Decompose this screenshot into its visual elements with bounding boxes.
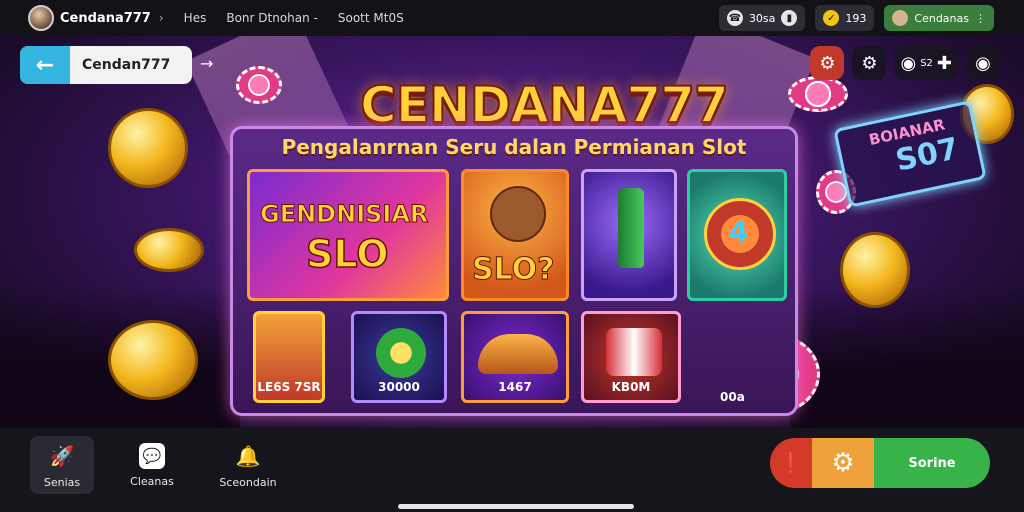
nav-link-3[interactable]: Soott Mt0S: [338, 11, 404, 25]
forward-arrow-icon[interactable]: →: [200, 54, 213, 73]
coin-decoration: [108, 320, 198, 400]
game-tile-chip[interactable]: 4: [687, 169, 787, 301]
game-tile-bottle[interactable]: [581, 169, 677, 301]
game-tile-small[interactable]: KB0M: [581, 311, 681, 403]
tile-label: KB0M: [611, 380, 651, 394]
breadcrumb-separator: ›: [158, 11, 164, 25]
nav-label: Sceondain: [219, 475, 277, 489]
nav-link-2[interactable]: Bonr Dtnohan -: [226, 11, 318, 25]
gem-icon: [376, 328, 426, 378]
chat-icon: 💬: [139, 442, 165, 469]
bookmark-icon[interactable]: ▮: [781, 10, 798, 26]
scene-toolbar: ⚙ ⚙ ◉ S2 ✚ ◉: [810, 46, 1000, 80]
coin-decoration: [134, 228, 204, 272]
bottle-icon: [618, 188, 644, 268]
chip-symbol: 4: [729, 215, 749, 248]
coin-icon: ✓: [823, 10, 840, 26]
target-icon: ◉: [900, 52, 917, 74]
nav-label: Senias: [43, 475, 81, 489]
settings-gear-icon[interactable]: ⚙: [810, 46, 845, 80]
nav-item-sceondain[interactable]: 🔔 Sceondain: [216, 436, 280, 494]
nav-item-cleanas[interactable]: 💬 Cleanas: [120, 436, 184, 494]
tile-label: 1467: [498, 380, 532, 394]
bottom-nav: 🚀 Senias 💬 Cleanas 🔔 Sceondain ❗ ⚙ Sorin…: [0, 428, 1024, 512]
chip-decoration: [788, 76, 848, 112]
dog-tile-text: SLO?: [472, 252, 556, 288]
share-icon: ✚: [936, 52, 952, 74]
wallet-pill[interactable]: ✓ 193: [815, 5, 875, 31]
cup-icon: [606, 328, 662, 376]
record-icon[interactable]: ◉: [966, 46, 1000, 80]
user-name: Cendanas: [914, 11, 969, 25]
game-tile-small[interactable]: 1467: [461, 311, 569, 403]
action-button-group: ❗ ⚙ Sorine: [770, 438, 990, 488]
settings-icon[interactable]: ⚙: [812, 438, 874, 488]
bell-icon: 🔔: [235, 443, 261, 468]
tile-label: LE6S 7SR: [257, 380, 321, 394]
home-indicator[interactable]: [398, 504, 634, 509]
coin-decoration: [108, 108, 188, 188]
gears-icon[interactable]: ⚙: [852, 46, 887, 80]
chip-decoration: [236, 66, 282, 104]
nav-link-1[interactable]: Hes: [184, 11, 207, 25]
phone-pill[interactable]: ☎ 30sa ▮: [718, 5, 806, 31]
play-button[interactable]: Sorine: [874, 438, 990, 488]
avatar[interactable]: [28, 5, 54, 31]
notification-icon[interactable]: ◉ S2 ✚: [894, 46, 958, 80]
crowd-right: [790, 288, 1024, 428]
account-name: Cendan777: [82, 57, 171, 73]
top-bar: Cendana777 › Hes Bonr Dtnohan - Soott Mt…: [0, 0, 1024, 36]
game-tile-dog[interactable]: SLO?: [461, 169, 569, 301]
game-grid-panel: Pengalanrnan Seru dalan Permianan Slot G…: [230, 126, 798, 416]
phone-icon: ☎: [726, 10, 743, 26]
user-avatar-icon: [892, 10, 909, 26]
game-tile-featured[interactable]: GENDNISIAR SLO: [247, 169, 449, 301]
phone-label: 30sa: [748, 11, 776, 25]
neon-sign: BOIANAR S07: [833, 100, 987, 208]
game-tile-small[interactable]: LE6S 7SR: [253, 311, 325, 403]
nav-label: Cleanas: [130, 474, 174, 488]
tile-label: 30000: [378, 380, 420, 394]
side-label: 00a: [720, 390, 745, 404]
notification-badge: S2: [920, 57, 933, 69]
coin-decoration: [840, 232, 910, 308]
game-scene: ← Cendan777 → ⚙ ⚙ ◉ S2 ✚ ◉ CENDANA777 BO…: [0, 36, 1024, 428]
game-tile-small[interactable]: 30000: [351, 311, 447, 403]
dog-character-icon: [490, 186, 546, 242]
food-icon: [478, 334, 558, 374]
alert-icon[interactable]: ❗: [770, 438, 812, 488]
rocket-icon: 🚀: [49, 443, 75, 468]
back-arrow-icon[interactable]: ←: [20, 46, 70, 84]
menu-icon[interactable]: ⋮: [975, 12, 986, 25]
brand-name: Cendana777: [60, 10, 151, 26]
chip-icon: 4: [704, 198, 776, 270]
user-pill[interactable]: Cendanas ⋮: [884, 5, 994, 31]
back-button[interactable]: ← Cendan777: [20, 46, 192, 84]
featured-tile-line-2: SLO: [305, 231, 389, 277]
wallet-amount: 193: [845, 11, 867, 25]
nav-item-senias[interactable]: 🚀 Senias: [30, 436, 94, 494]
featured-tile-line-1: GENDNISIAR: [259, 200, 429, 229]
panel-subtitle: Pengalanrnan Seru dalan Permianan Slot: [281, 135, 747, 159]
